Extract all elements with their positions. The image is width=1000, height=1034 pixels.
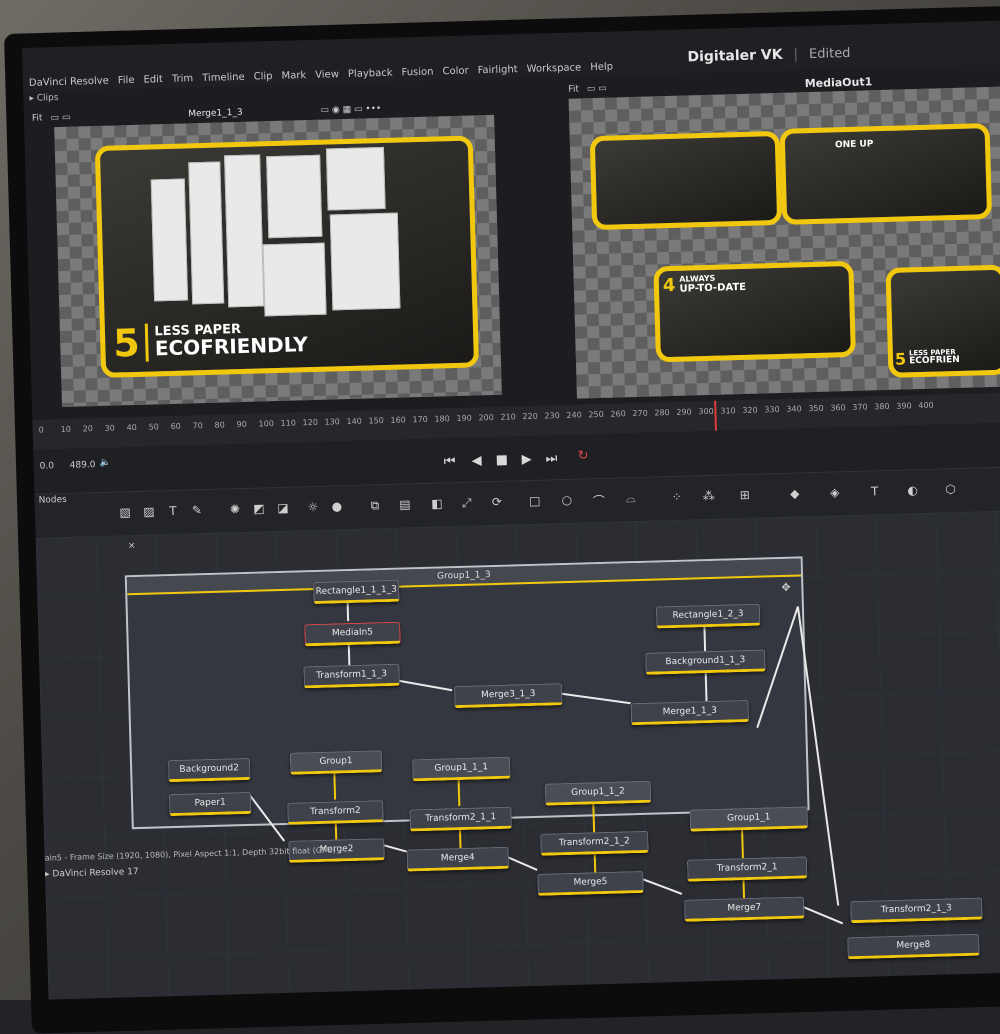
node-transform2-1-1[interactable]: Transform2_1_1 xyxy=(409,807,512,832)
node-merge7[interactable]: Merge7 xyxy=(684,896,805,921)
node-group1[interactable]: Group1 xyxy=(290,750,383,775)
node-merge4[interactable]: Merge4 xyxy=(407,847,510,872)
node-transform2-1[interactable]: Transform2_1 xyxy=(687,856,808,881)
node-group1-1-1[interactable]: Group1_1_1 xyxy=(412,757,511,782)
node-group1-1[interactable]: Group1_1 xyxy=(690,806,809,831)
node-merge5[interactable]: Merge5 xyxy=(537,871,644,896)
node-paper1[interactable]: Paper1 xyxy=(169,792,252,816)
node-merge8[interactable]: Merge8 xyxy=(847,934,980,960)
node-transform2-1-3[interactable]: Transform2_1_3 xyxy=(850,898,983,924)
node-transform1-1-3[interactable]: Transform1_1_3 xyxy=(303,664,400,689)
node-mediain5[interactable]: MediaIn5 xyxy=(304,622,401,647)
node-rectangle1-1-1-3[interactable]: Rectangle1_1_1_3 xyxy=(313,580,400,604)
node-background2[interactable]: Background2 xyxy=(168,758,251,782)
node-background1-1-3[interactable]: Background1_1_3 xyxy=(645,649,766,674)
node-merge3-1-3[interactable]: Merge3_1_3 xyxy=(454,683,563,708)
monitor-screen: DaVinci Resolve File Edit Trim Timeline … xyxy=(22,21,1000,1000)
node-merge1-1-3[interactable]: Merge1_1_3 xyxy=(631,700,750,725)
node-transform2-1-2[interactable]: Transform2_1_2 xyxy=(540,831,649,856)
node-group1-1-2[interactable]: Group1_1_2 xyxy=(545,781,652,806)
node-transform2[interactable]: Transform2 xyxy=(287,800,384,825)
node-rectangle1-2-3[interactable]: Rectangle1_2_3 xyxy=(656,604,761,629)
